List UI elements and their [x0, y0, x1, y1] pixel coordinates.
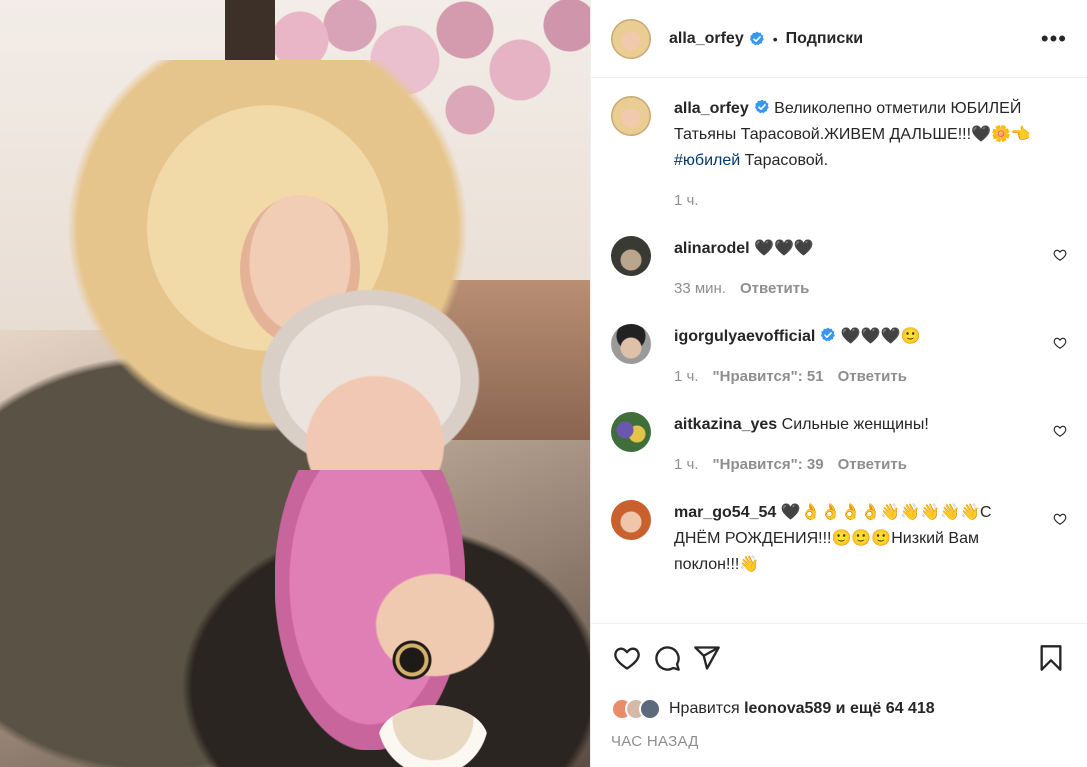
comment-icon: [655, 645, 680, 671]
caption-author-avatar[interactable]: [611, 96, 651, 136]
likes-prefix: Нравится: [669, 700, 740, 717]
likes-user-link[interactable]: leonova589: [744, 700, 831, 717]
verified-badge-icon: [749, 31, 764, 45]
caption-hashtag-link[interactable]: #юбилей: [674, 152, 740, 169]
reply-button[interactable]: Ответить: [740, 276, 809, 302]
comment-text: Сильные женщины!: [781, 416, 929, 433]
reply-button[interactable]: Ответить: [838, 364, 907, 390]
likes-text: Нравится leonova589 и ещё 64 418: [669, 700, 935, 718]
post-caption: alla_orfey Великолепно отметили ЮБИЛЕЙ Т…: [611, 96, 1067, 214]
comment-like-heart-icon[interactable]: [1053, 248, 1067, 262]
comment-item: igorgulyaevofficial 🖤🖤🖤🙂 1 ч. "Нравится"…: [611, 324, 1067, 390]
post-actions-bar: [591, 623, 1087, 691]
comment-meta: 1 ч. "Нравится": 51 Ответить: [674, 364, 1037, 390]
caption-text-after: Тарасовой.: [744, 152, 829, 169]
instagram-post: alla_orfey • Подписки ••• alla_orfey Вел…: [0, 0, 1087, 767]
photo-hands: [360, 560, 510, 690]
comment-username[interactable]: aitkazina_yes: [674, 416, 777, 433]
comment-time[interactable]: 1 ч.: [674, 364, 699, 390]
post-timestamp[interactable]: ЧАС НАЗАД: [591, 727, 1087, 767]
commenter-avatar[interactable]: [611, 412, 651, 452]
comment-like-heart-icon[interactable]: [1053, 512, 1067, 526]
author-avatar[interactable]: [611, 18, 651, 59]
comment-item: mar_go54_54 🖤👌👌👌👌👋👋👋👋👋С ДНЁМ РОЖДЕНИЯ!!!…: [611, 500, 1067, 578]
bookmark-icon: [1040, 644, 1062, 671]
comment-like-heart-icon[interactable]: [1053, 424, 1067, 438]
reply-button[interactable]: Ответить: [838, 452, 907, 478]
liker-avatar: [639, 698, 661, 720]
commenter-avatar[interactable]: [611, 324, 651, 364]
post-photo[interactable]: [0, 0, 590, 767]
verified-badge-icon: [754, 99, 769, 114]
photo-tea-cup: [378, 705, 488, 767]
like-button[interactable]: [607, 638, 647, 678]
commenter-avatar[interactable]: [611, 236, 651, 276]
following-button[interactable]: Подписки: [786, 30, 863, 48]
caption-meta: 1 ч.: [674, 188, 1067, 214]
share-button[interactable]: [687, 638, 727, 678]
comment-item: alinarodel 🖤🖤🖤 33 мин. Ответить: [611, 236, 1067, 302]
comment-likes-count[interactable]: "Нравится": 51: [713, 364, 824, 390]
comment-time[interactable]: 1 ч.: [674, 452, 699, 478]
comment-item: aitkazina_yes Сильные женщины! 1 ч. "Нра…: [611, 412, 1067, 478]
likes-count[interactable]: и ещё 64 418: [836, 700, 935, 717]
comment-username[interactable]: igorgulyaevofficial: [674, 328, 815, 345]
comment-text: 🖤🖤🖤🙂: [840, 328, 921, 345]
photo-flower-ring: [392, 640, 432, 680]
comments-list[interactable]: alla_orfey Великолепно отметили ЮБИЛЕЙ Т…: [591, 78, 1087, 623]
save-button[interactable]: [1031, 638, 1071, 678]
comment-button[interactable]: [647, 638, 687, 678]
heart-icon: [614, 647, 640, 670]
more-options-icon[interactable]: •••: [1041, 27, 1067, 50]
comment-time[interactable]: 33 мин.: [674, 276, 726, 302]
verified-badge-icon: [821, 327, 836, 342]
post-side-panel: alla_orfey • Подписки ••• alla_orfey Вел…: [590, 0, 1087, 767]
comment-text: 🖤🖤🖤: [754, 240, 814, 257]
author-username[interactable]: alla_orfey: [669, 30, 744, 48]
comment-meta: 1 ч. "Нравится": 39 Ответить: [674, 452, 1037, 478]
comment-username[interactable]: mar_go54_54: [674, 504, 776, 521]
commenter-avatar[interactable]: [611, 500, 651, 540]
comment-username[interactable]: alinarodel: [674, 240, 750, 257]
likes-summary[interactable]: Нравится leonova589 и ещё 64 418: [591, 691, 1087, 727]
comment-likes-count[interactable]: "Нравится": 39: [713, 452, 824, 478]
caption-time[interactable]: 1 ч.: [674, 188, 699, 214]
share-icon: [694, 645, 720, 670]
likers-avatars: [611, 698, 661, 720]
post-header: alla_orfey • Подписки •••: [591, 0, 1087, 78]
comment-meta: 33 мин. Ответить: [674, 276, 1037, 302]
comment-like-heart-icon[interactable]: [1053, 336, 1067, 350]
caption-username[interactable]: alla_orfey: [674, 100, 749, 117]
header-separator: •: [772, 30, 778, 47]
